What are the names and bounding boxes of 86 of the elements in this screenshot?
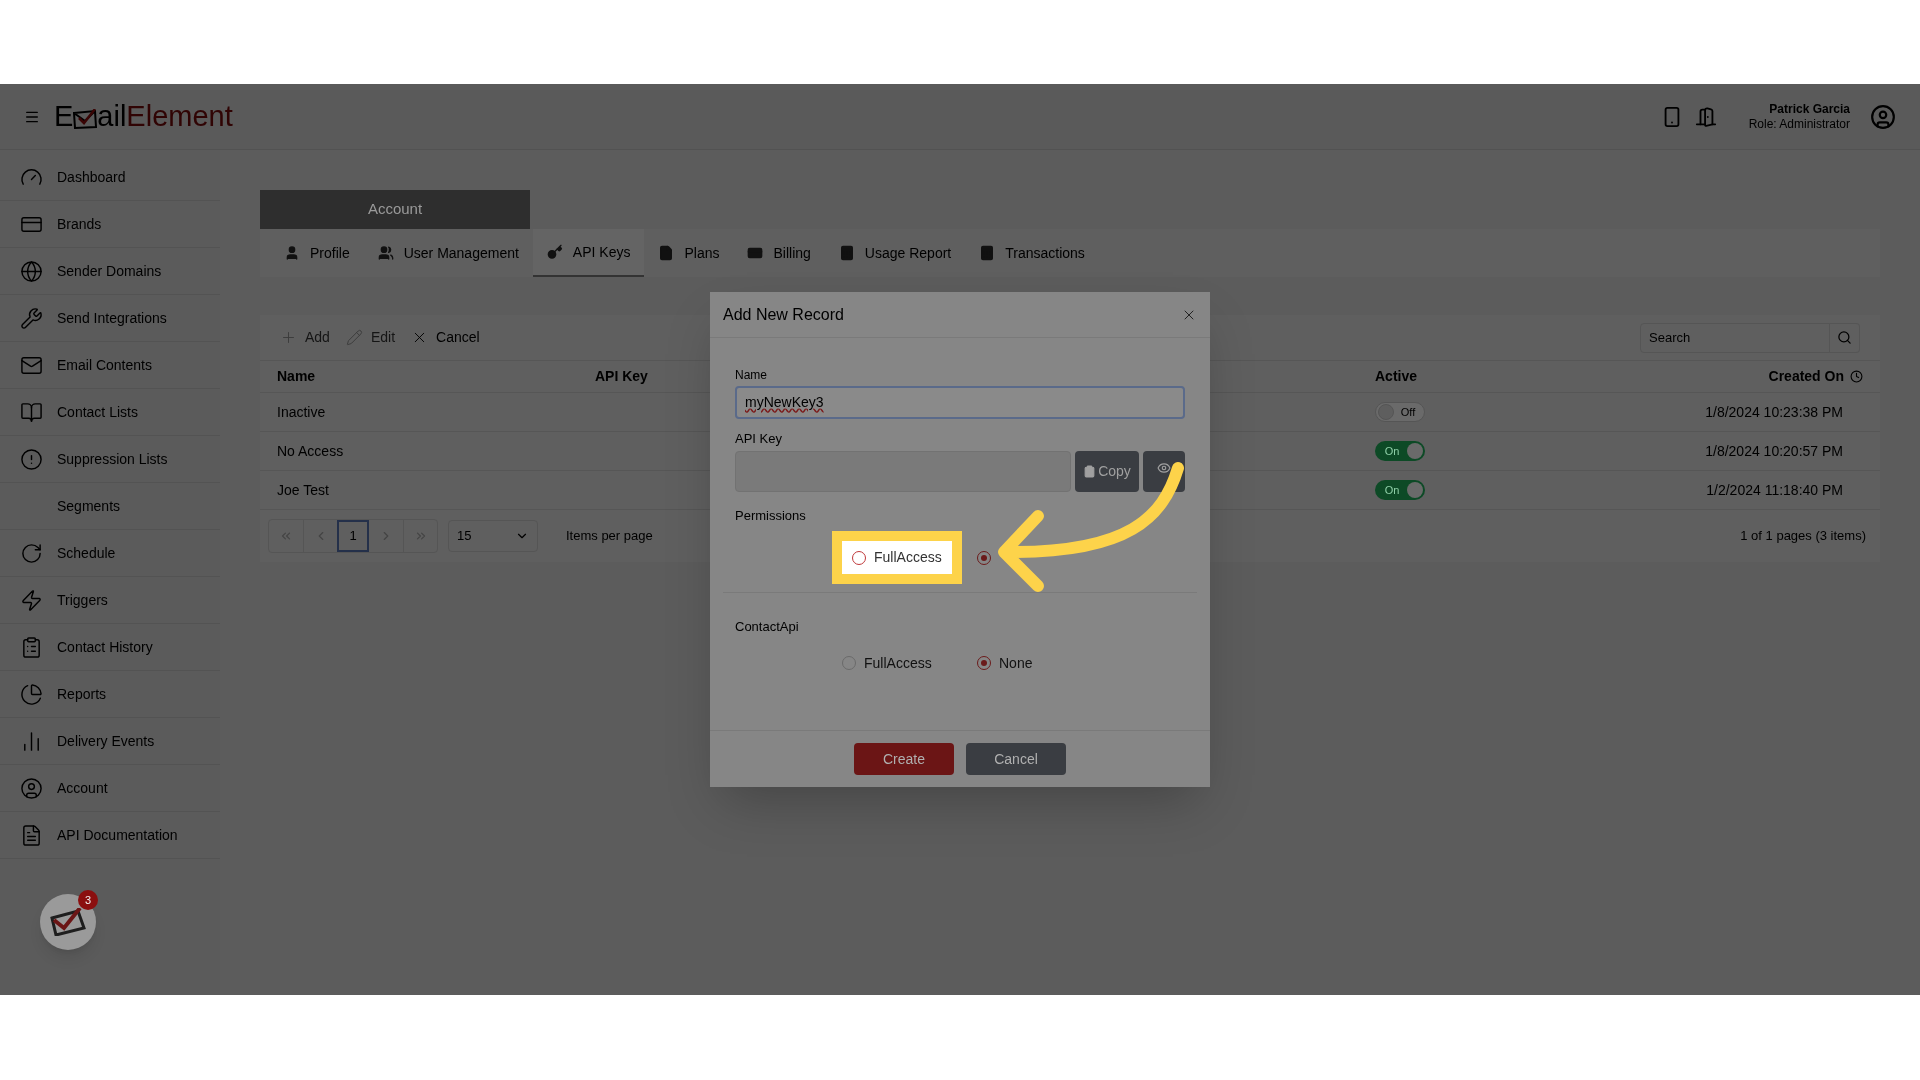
search-field[interactable]: Search (1640, 322, 1830, 353)
user-name: Patrick Garcia (1769, 101, 1850, 117)
tab[interactable]: Transactions (965, 229, 1099, 277)
copy-button[interactable]: Copy (1075, 450, 1139, 492)
envelope-check-icon (50, 908, 86, 936)
user-icon (284, 245, 300, 261)
sidebar-item[interactable]: Suppression Lists (0, 436, 220, 483)
table-cell-text: 1/2/2024 11:18:40 PM (1705, 480, 1844, 500)
card-icon (747, 245, 764, 261)
field-label: API Key (735, 430, 783, 448)
tab[interactable]: Profile (270, 229, 364, 277)
table-cell-text: 1/8/2024 10:23:38 PM (1704, 402, 1844, 422)
group-label: ContactApi (735, 618, 800, 636)
key-icon (546, 244, 563, 260)
lightning-icon (20, 588, 43, 612)
users-icon (377, 245, 394, 261)
column-header: API Key (595, 367, 648, 386)
toggle-switch[interactable]: On (1375, 441, 1425, 461)
clipboard-icon (20, 635, 43, 659)
book-icon (20, 400, 43, 424)
tab[interactable]: User Management (363, 229, 533, 277)
sidebar-item[interactable]: Segments (0, 483, 220, 530)
avatar-icon[interactable] (1870, 103, 1896, 130)
plus-icon (280, 329, 297, 346)
document-icon (20, 823, 43, 847)
wrench-icon (20, 306, 43, 330)
dialog-title: Add New Record (723, 304, 844, 325)
sidebar-item[interactable]: Dashboard (0, 154, 220, 201)
logo: E ailElement (54, 102, 233, 131)
alert-icon (20, 447, 43, 471)
tab[interactable]: Billing (733, 229, 825, 277)
column-header: Created On (1768, 367, 1844, 386)
sidebar-item[interactable]: Email Contents (0, 342, 220, 389)
column-header: Active (1375, 367, 1418, 386)
search-icon (1837, 330, 1852, 345)
cancel-button[interactable]: Cancel (966, 743, 1066, 775)
table-cell-text: No Access (277, 441, 344, 461)
notification-badge: 3 (78, 890, 98, 910)
pie-chart-icon (20, 682, 43, 706)
user-circle-icon (20, 776, 43, 800)
file-icon (658, 245, 675, 261)
table-cell-text: Inactive (277, 402, 326, 422)
page-size-dropdown[interactable]: 15 (448, 520, 538, 552)
clipboard-icon (1083, 464, 1097, 478)
sidebar-item[interactable]: Reports (0, 671, 220, 718)
sidebar-item[interactable]: Schedule (0, 530, 220, 577)
sidebar-item[interactable]: Sender Domains (0, 248, 220, 295)
sidebar-item[interactable]: Account (0, 765, 220, 812)
tab[interactable]: Usage Report (824, 229, 966, 277)
pencil-icon (345, 329, 363, 346)
table-cell-text: Joe Test (277, 480, 329, 500)
page-button[interactable]: 1 (337, 520, 369, 552)
envelope-check-icon (73, 109, 98, 129)
create-button[interactable]: Create (854, 743, 954, 775)
sidebar-item[interactable]: Contact History (0, 624, 220, 671)
floating-mail-button[interactable] (40, 894, 96, 950)
user-role: Role: Administrator (1748, 116, 1850, 132)
clock-icon (1850, 370, 1863, 383)
toggle-switch[interactable]: On (1375, 480, 1425, 500)
radio-label: FullAccess (864, 653, 932, 673)
exit-icon[interactable] (1694, 105, 1717, 128)
radio-label: FullAccess (874, 548, 942, 567)
eye-icon (1157, 460, 1171, 475)
search-button[interactable] (1830, 322, 1860, 353)
table-cell-text: 1/8/2024 10:20:57 PM (1704, 441, 1844, 461)
tab[interactable]: API Keys (532, 229, 645, 277)
radio-label: None (999, 653, 1033, 673)
toolbar-button[interactable]: Cancel (411, 327, 480, 348)
globe-icon (20, 259, 43, 283)
toggle-switch[interactable]: Off (1375, 402, 1425, 422)
column-header: Name (277, 367, 316, 386)
sidebar-item[interactable]: Triggers (0, 577, 220, 624)
sidebar-item[interactable]: Delivery Events (0, 718, 220, 765)
sidebar-item[interactable]: API Documentation (0, 812, 220, 859)
tab[interactable]: Plans (644, 229, 734, 277)
sidebar-item[interactable]: Send Integrations (0, 295, 220, 342)
field-label: Name (735, 367, 768, 384)
group-label: Permissions (735, 506, 807, 525)
page-size-label: Items per page (566, 527, 653, 546)
section-header: Account (260, 190, 530, 229)
refresh-clock-icon (20, 541, 43, 565)
sidebar-item[interactable]: Contact Lists (0, 389, 220, 436)
pager-info: 1 of 1 pages (3 items) (1740, 527, 1867, 546)
name-input[interactable]: myNewKey3 (735, 386, 1185, 419)
sidebar-item[interactable]: Brands (0, 201, 220, 248)
radio-button[interactable] (852, 550, 866, 565)
